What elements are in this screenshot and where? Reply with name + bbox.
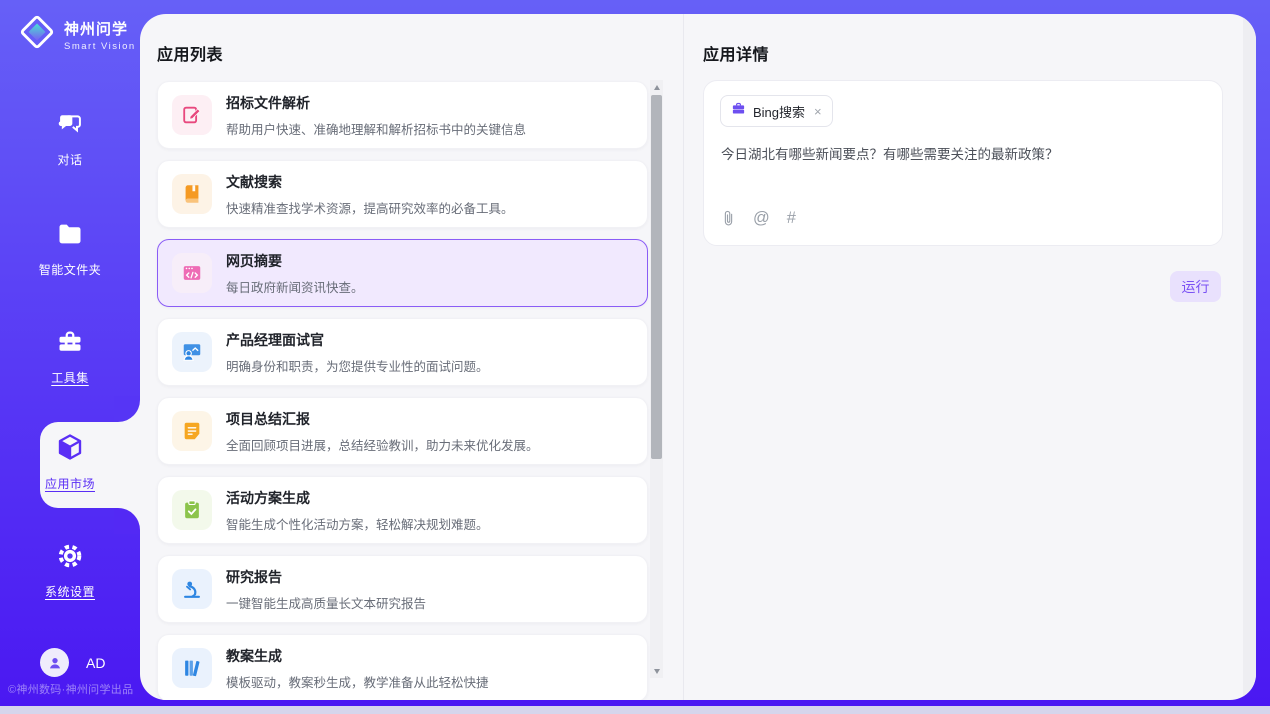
user-name: AD: [86, 655, 105, 671]
app-list-title: 应用列表: [157, 41, 223, 65]
app-window: 神州问学 Smart Vision 对话 智能文件夹: [0, 0, 1270, 714]
briefcase-icon: [731, 101, 746, 121]
app-title: 活动方案生成: [226, 488, 489, 508]
tool-tag-label: Bing搜索: [753, 102, 805, 121]
sidebar-item-smart-folder[interactable]: 智能文件夹: [0, 220, 140, 278]
sidebar-item-label: 对话: [57, 151, 82, 168]
app-title: 教案生成: [226, 646, 489, 666]
window-bottom-edge: [0, 706, 1270, 714]
document-edit-icon: [172, 95, 212, 135]
brand-subtitle: Smart Vision: [64, 41, 136, 52]
chat-icon: [56, 110, 84, 143]
scroll-down-arrow-icon[interactable]: [650, 664, 663, 678]
sidebar-item-label: 智能文件夹: [39, 261, 102, 278]
tool-tag-bing-search[interactable]: Bing搜索 ×: [720, 95, 833, 127]
bubble-notch-bottom: [114, 508, 140, 534]
attachment-toolbar: @ #: [721, 209, 796, 227]
scrollbar-thumb[interactable]: [651, 95, 662, 459]
app-list-panel: 应用列表 招标文件解析 帮助用户快速、准确地理解和解析招标书中的关键信息: [140, 14, 683, 700]
scroll-up-arrow-icon[interactable]: [650, 80, 663, 94]
app-card-event-plan[interactable]: 活动方案生成 智能生成个性化活动方案，轻松解决规划难题。: [157, 476, 648, 544]
app-desc: 明确身份和职责，为您提供专业性的面试问题。: [226, 356, 489, 375]
app-card-research-report[interactable]: 研究报告 一键智能生成高质量长文本研究报告: [157, 555, 648, 623]
app-list-scrollbar[interactable]: [650, 80, 663, 678]
presenter-icon: [172, 332, 212, 372]
app-card-web-summary[interactable]: 网页摘要 每日政府新闻资讯快查。: [157, 239, 648, 307]
app-card-project-summary[interactable]: 项目总结汇报 全面回顾项目进展，总结经验教训，助力未来优化发展。: [157, 397, 648, 465]
app-title: 研究报告: [226, 567, 426, 587]
at-icon[interactable]: @: [753, 210, 770, 227]
app-card-pm-interviewer[interactable]: 产品经理面试官 明确身份和职责，为您提供专业性的面试问题。: [157, 318, 648, 386]
sidebar-item-label: 工具集: [51, 369, 89, 386]
toolbox-icon: [56, 328, 84, 361]
brand-logo: 神州问学 Smart Vision: [18, 13, 136, 56]
app-desc: 一键智能生成高质量长文本研究报告: [226, 593, 426, 612]
app-desc: 快速精准查找学术资源，提高研究效率的必备工具。: [226, 198, 514, 217]
sidebar-item-chat[interactable]: 对话: [0, 110, 140, 168]
gear-icon: [56, 542, 84, 575]
app-desc: 智能生成个性化活动方案，轻松解决规划难题。: [226, 514, 489, 533]
microscope-icon: [172, 569, 212, 609]
sidebar: 神州问学 Smart Vision 对话 智能文件夹: [0, 0, 140, 706]
cube-icon: [55, 432, 85, 467]
diamond-logo-icon: [18, 13, 56, 56]
detail-panel-gutter: [1243, 14, 1256, 700]
app-desc: 每日政府新闻资讯快查。: [226, 277, 364, 296]
run-button[interactable]: 运行: [1170, 271, 1221, 302]
app-title: 项目总结汇报: [226, 409, 539, 429]
avatar: [40, 648, 69, 677]
browser-code-icon: [172, 253, 212, 293]
sidebar-item-app-market[interactable]: 应用市场: [0, 432, 140, 492]
app-card-literature-search[interactable]: 文献搜索 快速精准查找学术资源，提高研究效率的必备工具。: [157, 160, 648, 228]
app-title: 网页摘要: [226, 251, 364, 271]
app-desc: 模板驱动，教案秒生成，教学准备从此轻松快捷: [226, 672, 489, 691]
app-desc: 全面回顾项目进展，总结经验教训，助力未来优化发展。: [226, 435, 539, 454]
app-desc: 帮助用户快速、准确地理解和解析招标书中的关键信息: [226, 119, 526, 138]
app-card-list: 招标文件解析 帮助用户快速、准确地理解和解析招标书中的关键信息 文献搜索: [157, 81, 648, 700]
hash-icon[interactable]: #: [787, 210, 796, 227]
sidebar-item-settings[interactable]: 系统设置: [0, 542, 140, 600]
folder-icon: [56, 220, 84, 253]
app-title: 招标文件解析: [226, 93, 526, 113]
memo-icon: [172, 411, 212, 451]
bubble-notch-top: [114, 396, 140, 422]
copyright-text: ©神州数码·神州问学出品: [8, 681, 133, 697]
app-title: 产品经理面试官: [226, 330, 489, 350]
paperclip-icon[interactable]: [721, 209, 736, 227]
brand-name: 神州问学: [64, 18, 136, 39]
app-card-bid-document-parsing[interactable]: 招标文件解析 帮助用户快速、准确地理解和解析招标书中的关键信息: [157, 81, 648, 149]
sidebar-item-label: 应用市场: [45, 475, 95, 492]
sidebar-item-toolset[interactable]: 工具集: [0, 328, 140, 386]
book-icon: [172, 174, 212, 214]
prompt-text[interactable]: 今日湖北有哪些新闻要点？有哪些需要关注的最新政策？: [721, 145, 1198, 166]
app-detail-title: 应用详情: [703, 41, 769, 65]
user-account[interactable]: AD: [40, 648, 105, 677]
tag-close-icon[interactable]: ×: [814, 104, 822, 119]
app-card-lesson-plan[interactable]: 教案生成 模板驱动，教案秒生成，教学准备从此轻松快捷: [157, 634, 648, 700]
sidebar-item-label: 系统设置: [45, 583, 95, 600]
app-detail-panel: 应用详情 Bing搜索 × 今日湖北有哪些新闻要点？有哪些需要关注的最新政策？: [683, 14, 1256, 700]
clipboard-check-icon: [172, 490, 212, 530]
app-title: 文献搜索: [226, 172, 514, 192]
books-icon: [172, 648, 212, 688]
prompt-input-card[interactable]: Bing搜索 × 今日湖北有哪些新闻要点？有哪些需要关注的最新政策？ @ #: [703, 80, 1223, 246]
main-content: 应用列表 招标文件解析 帮助用户快速、准确地理解和解析招标书中的关键信息: [140, 14, 1256, 700]
